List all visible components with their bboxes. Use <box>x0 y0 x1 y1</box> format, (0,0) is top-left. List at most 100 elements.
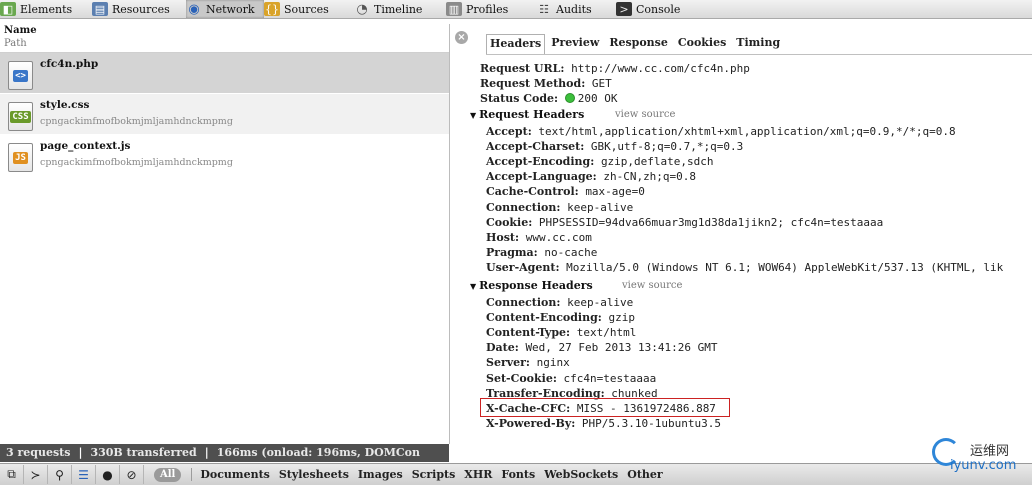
highlight-box <box>480 398 730 417</box>
separator: | <box>78 446 83 459</box>
tab-timeline[interactable]: ◔ Timeline <box>354 0 446 18</box>
header-key: User-Agent: <box>486 260 560 274</box>
header-row: User-Agent: Mozilla/5.0 (Windows NT 6.1;… <box>486 261 1003 274</box>
request-name: style.css <box>40 99 90 111</box>
column-name-label: Name <box>4 25 37 36</box>
filter-images[interactable]: Images <box>358 468 403 481</box>
js-file-icon: JS <box>8 143 33 172</box>
section-title: Request Headers <box>479 108 585 121</box>
request-detail-pane: × Headers Preview Response Cookies Timin… <box>450 24 1032 463</box>
view-source-link[interactable]: view source <box>622 280 682 291</box>
header-row: Connection: keep-alive <box>486 201 633 214</box>
header-key: Accept-Language: <box>486 170 597 184</box>
section-title: Response Headers <box>479 279 593 292</box>
name-path-header[interactable]: Name Path <box>0 24 449 53</box>
tab-sources[interactable]: {} Sources <box>264 0 354 18</box>
request-row[interactable]: CSS style.css cpngackimfmofbokmjmljamhdn… <box>0 94 449 134</box>
triangle-down-icon: ▼ <box>470 281 477 291</box>
header-key: Connection: <box>486 296 561 309</box>
header-key: Content-Type: <box>486 326 571 340</box>
clear-icon[interactable]: ⊘ <box>120 465 144 484</box>
header-row: Cache-Control: max-age=0 <box>486 185 645 198</box>
resources-icon: ▤ <box>92 2 108 16</box>
network-bottom-bar: ⧉ ≻ ⚲ ☰ ● ⊘ All Documents Stylesheets Im… <box>0 463 1032 485</box>
header-value: gzip,deflate,sdch <box>600 155 714 169</box>
tab-timing[interactable]: Timing <box>732 34 784 53</box>
close-icon[interactable]: × <box>455 31 468 44</box>
filter-stylesheets[interactable]: Stylesheets <box>279 468 349 481</box>
header-key: Host: <box>486 230 520 244</box>
network-icon: ◉ <box>188 1 200 17</box>
tab-sources-label: Sources <box>284 2 329 16</box>
request-count: 3 requests <box>6 446 71 459</box>
header-row: Server: nginx <box>486 356 570 369</box>
header-value: http://www.cc.com/cfc4n.php <box>571 62 750 75</box>
tab-resources[interactable]: ▤ Resources <box>92 0 186 18</box>
profiles-icon: ▥ <box>446 2 462 16</box>
php-file-icon: <> <box>8 61 33 90</box>
list-view-icon[interactable]: ☰ <box>72 465 96 484</box>
tab-profiles[interactable]: ▥ Profiles <box>446 0 536 18</box>
sources-icon: {} <box>264 2 280 16</box>
header-key: Content-Encoding: <box>486 311 602 325</box>
record-icon[interactable]: ● <box>96 465 120 484</box>
filter-other[interactable]: Other <box>627 468 662 481</box>
header-value: nginx <box>536 356 570 370</box>
watermark-text-cn: 运维网 <box>970 444 1010 459</box>
response-headers-toggle[interactable]: ▼ Response Headers <box>470 279 593 292</box>
header-key: Date: <box>486 341 519 355</box>
header-value: cfc4n=testaaaa <box>563 371 657 385</box>
status-ok-icon <box>564 93 575 103</box>
tab-underline <box>486 54 1032 55</box>
tab-audits[interactable]: ☷ Audits <box>536 0 616 18</box>
header-value: text/html <box>576 326 637 340</box>
header-key: Pragma: <box>486 245 538 259</box>
tab-cookies[interactable]: Cookies <box>674 34 730 53</box>
filter-scripts[interactable]: Scripts <box>412 468 456 481</box>
tab-elements-label: Elements <box>20 2 73 16</box>
search-icon[interactable]: ⚲ <box>48 465 72 484</box>
header-value: PHP/5.3.10-1ubuntu3.5 <box>581 416 721 430</box>
request-headers-toggle[interactable]: ▼ Request Headers <box>470 108 584 121</box>
header-row: Date: Wed, 27 Feb 2013 13:41:26 GMT <box>486 341 718 354</box>
header-row: Set-Cookie: cfc4n=testaaaa <box>486 372 656 385</box>
tab-console[interactable]: > Console <box>616 0 700 18</box>
console-icon: > <box>616 2 632 16</box>
devtools-toolbar: ◧ Elements ▤ Resources ◉ Network {} Sour… <box>0 0 1032 19</box>
header-row: Pragma: no-cache <box>486 246 597 259</box>
watermark-logo: 运维网 iyunv.com <box>928 434 1032 484</box>
header-value: keep-alive <box>567 200 634 214</box>
request-name: cfc4n.php <box>40 58 99 70</box>
detail-tabs: Headers Preview Response Cookies Timing <box>486 34 786 54</box>
tab-preview[interactable]: Preview <box>547 34 603 53</box>
filter-all[interactable]: All <box>154 467 182 482</box>
filter-fonts[interactable]: Fonts <box>501 468 535 481</box>
console-drawer-icon[interactable]: ≻ <box>24 465 48 484</box>
tab-network[interactable]: ◉ Network <box>186 0 264 18</box>
header-row: Accept-Language: zh-CN,zh;q=0.8 <box>486 170 696 183</box>
request-row[interactable]: <> cfc4n.php <box>0 53 449 93</box>
filter-xhr[interactable]: XHR <box>464 468 492 481</box>
header-row: Accept-Encoding: gzip,deflate,sdch <box>486 155 714 168</box>
dock-icon[interactable]: ⧉ <box>0 465 24 484</box>
header-key: Accept: <box>486 125 532 138</box>
filter-documents[interactable]: Documents <box>191 468 270 481</box>
request-name: page_context.js <box>40 140 131 152</box>
transferred-size: 330B transferred <box>90 446 197 459</box>
header-key: Server: <box>486 356 530 370</box>
tab-profiles-label: Profiles <box>466 2 509 16</box>
header-row: Connection: keep-alive <box>486 296 633 309</box>
tab-elements[interactable]: ◧ Elements <box>0 0 92 18</box>
filter-websockets[interactable]: WebSockets <box>544 468 618 481</box>
request-row[interactable]: JS page_context.js cpngackimfmofbokmjmlj… <box>0 135 449 175</box>
tab-network-label: Network <box>206 2 255 16</box>
header-value: Mozilla/5.0 (Windows NT 6.1; WOW64) Appl… <box>566 260 1004 274</box>
tab-response[interactable]: Response <box>605 34 672 53</box>
header-value: no-cache <box>544 245 598 259</box>
tab-headers[interactable]: Headers <box>486 34 546 54</box>
request-path: cpngackimfmofbokmjmljamhdnckmpmg <box>40 157 233 168</box>
load-timing: 166ms (onload: 196ms, DOMCon <box>216 446 420 459</box>
view-source-link[interactable]: view source <box>615 109 675 120</box>
column-path-label: Path <box>4 38 27 49</box>
header-value: max-age=0 <box>585 185 645 199</box>
